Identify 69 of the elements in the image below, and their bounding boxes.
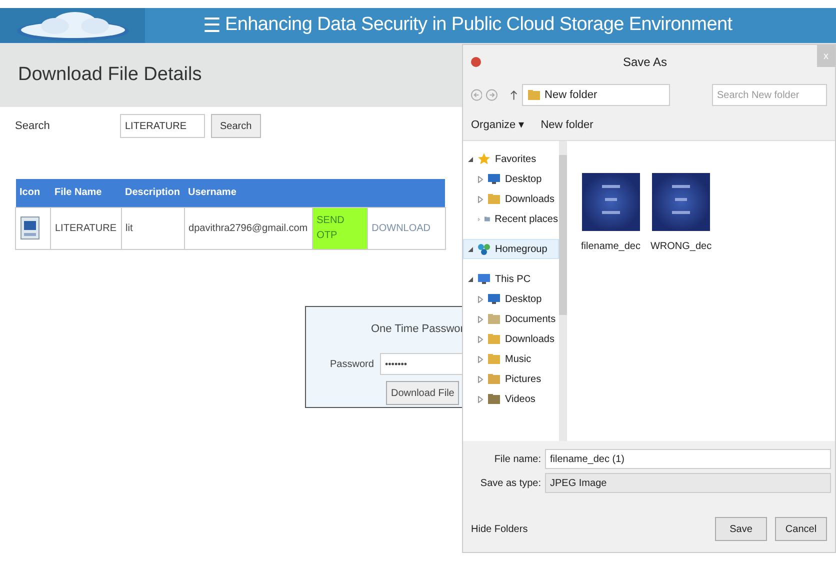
search-label: Search: [15, 118, 51, 134]
folder-icon: [487, 193, 501, 205]
up-arrow-icon[interactable]: [510, 90, 518, 100]
file-name-label[interactable]: WRONG_dec: [650, 239, 712, 254]
monitor-icon: [487, 173, 501, 185]
nav-item[interactable]: Desktop: [463, 169, 559, 189]
expand-arrow-icon[interactable]: [478, 376, 483, 382]
nav-item[interactable]: This PC: [463, 269, 559, 289]
monitor-icon: [487, 293, 501, 305]
nav-item[interactable]: Desktop: [463, 289, 559, 309]
folder-icon: [487, 313, 501, 325]
collapse-arrow-icon[interactable]: [468, 276, 473, 282]
column-header: Icon: [16, 179, 50, 207]
column-header: Description: [121, 179, 184, 207]
file-name-label: File name:: [493, 452, 542, 466]
search-field[interactable]: LITERATURE: [120, 114, 205, 138]
toolbar-button[interactable]: Organize ▾: [471, 117, 525, 134]
toolbar-button[interactable]: New folder: [540, 117, 594, 134]
nav-item[interactable]: Downloads: [463, 329, 559, 349]
nav-item[interactable]: Homegroup: [463, 239, 559, 259]
otp-title: One Time Passwor: [371, 322, 464, 337]
table-cell: lit: [121, 207, 184, 249]
folder-icon: [526, 89, 541, 101]
folder-icon: [487, 373, 501, 385]
collapse-arrow-icon[interactable]: [468, 246, 473, 252]
expand-arrow-icon[interactable]: [478, 356, 483, 362]
app-title: Enhancing Data Security in Public Cloud Storage Environment: [225, 13, 732, 38]
people-icon: [477, 242, 491, 256]
dialog-button[interactable]: Cancel: [775, 517, 827, 541]
browser-icon: [471, 57, 481, 67]
nav-item[interactable]: Documents: [463, 309, 559, 329]
column-header: File Name: [50, 179, 121, 207]
expand-arrow-icon[interactable]: [478, 216, 480, 222]
file-name-label[interactable]: filename_dec: [581, 239, 640, 254]
nav-item[interactable]: Downloads: [463, 189, 559, 209]
expand-arrow-icon[interactable]: [478, 316, 483, 322]
address-bar[interactable]: New folder: [522, 84, 670, 106]
folder-icon: [487, 393, 501, 405]
table-cell: dpavithra2796@gmail.com: [184, 207, 312, 249]
menu-icon[interactable]: ☰: [203, 10, 221, 40]
expand-arrow-icon[interactable]: [478, 296, 483, 302]
page-heading: Download File Details: [18, 62, 202, 87]
expand-arrow-icon[interactable]: [478, 396, 483, 402]
save-type-label: Save as type:: [479, 476, 542, 490]
dialog-button[interactable]: Save: [715, 517, 767, 541]
folder-icon: [487, 353, 501, 365]
folder-icon: [487, 333, 501, 345]
star-icon: [477, 152, 491, 166]
hide-folders-button[interactable]: Hide Folders: [471, 522, 528, 536]
save-type-dropdown[interactable]: JPEG Image: [545, 473, 831, 493]
document-icon: [20, 216, 40, 240]
nav-item[interactable]: Videos: [463, 389, 559, 409]
search-button[interactable]: Search: [211, 114, 261, 138]
scrollbar[interactable]: [559, 141, 567, 441]
forward-icon[interactable]: [486, 89, 498, 101]
password-label: Password: [330, 358, 374, 372]
nav-item[interactable]: Favorites: [463, 149, 559, 169]
column-header: Username: [184, 179, 312, 207]
file-name-field[interactable]: filename_dec (1): [545, 449, 831, 469]
dialog-title: Save As: [623, 54, 668, 71]
download-file-button[interactable]: Download File: [386, 381, 460, 405]
nav-item[interactable]: Recent places: [463, 209, 559, 229]
collapse-arrow-icon[interactable]: [468, 156, 473, 162]
table-cell: LITERATURE: [50, 207, 121, 249]
expand-arrow-icon[interactable]: [478, 176, 483, 182]
expand-arrow-icon[interactable]: [478, 196, 483, 202]
back-icon[interactable]: [471, 89, 482, 101]
monitor-icon: [477, 273, 491, 285]
expand-arrow-icon[interactable]: [478, 336, 483, 342]
